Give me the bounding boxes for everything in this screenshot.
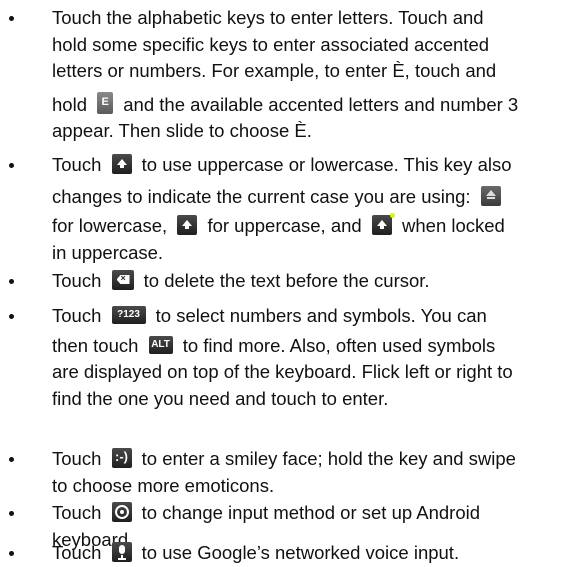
e-key-icon: E	[97, 91, 114, 114]
gear-icon	[111, 502, 132, 522]
text-line: Touch to change input method or set up A…	[52, 500, 577, 527]
text-fragment: when locked	[402, 215, 505, 236]
text-fragment: to select numbers and symbols. You can	[155, 305, 487, 326]
text-fragment: to enter a smiley face; hold the key and…	[141, 448, 516, 469]
shift-lowercase-icon	[480, 185, 501, 206]
smiley-key-label: :-)	[115, 449, 129, 464]
text-fragment: Touch	[52, 448, 102, 469]
text-line: then touch ALT to find more. Also, often…	[52, 333, 577, 360]
list-item-text: Touch the alphabetic keys to enter lette…	[52, 5, 577, 145]
text-line: Touch :-) to enter a smiley face; hold t…	[52, 446, 577, 473]
text-line: Touch to use uppercase or lowercase. Thi…	[52, 152, 577, 179]
text-fragment: Touch	[52, 154, 102, 175]
microphone-icon	[111, 542, 132, 562]
text-line: find the one you need and touch to enter…	[52, 387, 389, 409]
symbols-key-icon: ?123	[111, 306, 146, 324]
text-fragment: Touch	[52, 502, 102, 523]
text-line: to choose more emoticons.	[52, 474, 275, 496]
text-line: in uppercase.	[52, 241, 164, 263]
text-line: Touch × to delete the text before the cu…	[52, 268, 577, 295]
text-line: Touch to use Google’s networked voice in…	[52, 540, 577, 567]
alt-key-label: ALT	[151, 338, 170, 350]
text-line: for lowercase, for uppercase, and when l…	[52, 213, 577, 240]
text-line: hold some specific keys to enter associa…	[52, 33, 490, 55]
text-line: letters or numbers. For example, to ente…	[52, 60, 497, 81]
shift-locked-icon	[371, 213, 395, 235]
bullet-dot	[9, 16, 14, 21]
alt-key-icon: ALT	[148, 335, 173, 354]
list-item-text: Touch to use uppercase or lowercase. Thi…	[52, 152, 577, 266]
text-fragment: to delete the text before the cursor.	[143, 270, 430, 291]
smiley-key-icon: :-)	[111, 448, 132, 468]
text-fragment: Touch	[52, 270, 102, 291]
text-line: are displayed on top of the keyboard. Fl…	[52, 361, 513, 382]
delete-key-icon: ×	[111, 270, 134, 290]
document-page: Touch the alphabetic keys to enter lette…	[0, 0, 585, 566]
bullet-dot	[9, 279, 14, 284]
text-fragment: for lowercase,	[52, 215, 168, 236]
text-fragment: to change input method or set up Android	[141, 502, 481, 523]
list-item-text: Touch :-) to enter a smiley face; hold t…	[52, 446, 577, 499]
text-fragment: Touch	[52, 305, 102, 326]
text-line: hold E and the available accented letter…	[52, 91, 577, 119]
text-line: appear. Then slide to choose È.	[52, 120, 312, 141]
bullet-dot	[9, 163, 14, 168]
text-fragment: and the available accented letters and n…	[123, 93, 519, 115]
text-fragment: then touch	[52, 334, 139, 356]
text-fragment: hold	[52, 93, 87, 115]
text-fragment: changes to indicate the current case you…	[52, 185, 471, 207]
text-fragment: to find more. Also, often used symbols	[182, 334, 496, 356]
list-item-text: Touch ?123 to select numbers and symbols…	[52, 303, 577, 412]
text-fragment: to use Google’s networked voice input.	[141, 542, 460, 563]
bullet-dot	[9, 314, 14, 319]
bullet-dot	[9, 551, 14, 556]
text-line: Touch ?123 to select numbers and symbols…	[52, 303, 577, 330]
list-item-text: Touch to use Google’s networked voice in…	[52, 540, 577, 567]
shift-key-icon	[111, 154, 132, 174]
text-fragment: for uppercase, and	[207, 215, 362, 236]
text-fragment: Touch	[52, 542, 102, 563]
bullet-dot	[9, 511, 14, 516]
text-line: Touch the alphabetic keys to enter lette…	[52, 7, 484, 28]
symbols-key-label: ?123	[117, 309, 140, 320]
list-item-text: Touch × to delete the text before the cu…	[52, 268, 577, 295]
bullet-dot	[9, 457, 14, 462]
shift-uppercase-icon	[177, 215, 198, 235]
text-line: changes to indicate the current case you…	[52, 184, 577, 211]
text-fragment: to use uppercase or lowercase. This key …	[141, 154, 512, 175]
e-key-label: E	[101, 95, 109, 108]
